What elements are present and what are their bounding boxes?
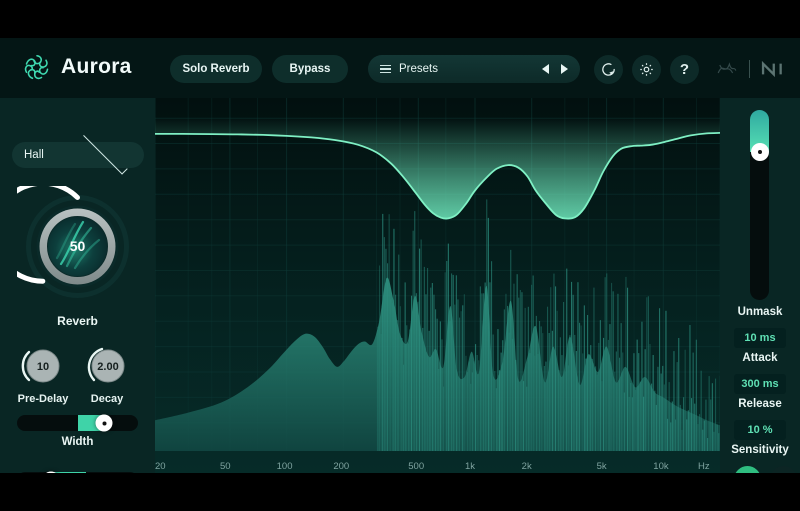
reverb-type-value: Hall	[24, 149, 44, 161]
preset-browser[interactable]: Presets	[368, 55, 580, 83]
undo-button[interactable]	[594, 55, 623, 84]
freq-tick-5k: 5k	[596, 461, 607, 472]
decay-knob[interactable]: 2.00	[85, 343, 131, 389]
tone-slider[interactable]	[17, 472, 138, 473]
pre-delay-knob-graphic: 10	[21, 349, 60, 383]
freq-tick-500: 500	[408, 461, 425, 472]
width-slider[interactable]	[17, 415, 138, 431]
freq-tick-20: 20	[155, 461, 166, 472]
decay-value: 2.00	[97, 361, 118, 373]
unmask-slider[interactable]	[750, 110, 769, 300]
next-preset-icon[interactable]	[561, 64, 568, 74]
width-slider-handle[interactable]	[95, 414, 113, 432]
bypass-button[interactable]: Bypass	[272, 55, 348, 83]
sensitivity-label: Sensitivity	[731, 444, 789, 456]
right-panel: Unmask 10 ms Attack 300 ms Release 10 % …	[720, 98, 800, 473]
freq-axis-unit: Hz	[698, 461, 710, 472]
squiggle-logo-icon	[717, 62, 737, 74]
preset-label: Presets	[399, 63, 438, 75]
power-on-icon	[740, 472, 755, 473]
app-logo: Aurora	[22, 52, 132, 82]
reverb-knob-label: Reverb	[57, 314, 98, 328]
decay-knob-graphic: 2.00	[87, 347, 125, 383]
release-label: Release	[738, 398, 782, 410]
freq-tick-10k: 10k	[653, 461, 669, 472]
list-icon	[380, 64, 391, 74]
frequency-axis: 20 50 100 200 500 1k 2k 5k 10k Hz	[155, 461, 720, 473]
unmask-label: Unmask	[737, 306, 783, 318]
previous-preset-icon[interactable]	[542, 64, 549, 74]
eq-curve-graphic	[155, 98, 720, 473]
ear-listen-icon	[776, 472, 791, 474]
aurora-swirl-icon	[24, 54, 49, 80]
unmask-slider-handle[interactable]	[750, 142, 769, 161]
freq-tick-2k: 2k	[521, 461, 532, 472]
freq-tick-200: 200	[333, 461, 350, 472]
freq-tick-100: 100	[276, 461, 293, 472]
reverb-knob-graphic: 50	[0, 180, 129, 298]
reverb-knob[interactable]: 50	[0, 180, 138, 307]
brand-area	[715, 59, 786, 79]
brand-divider	[749, 60, 750, 78]
ni-logo-icon	[761, 60, 782, 78]
power-button[interactable]	[734, 466, 761, 473]
decay-label: Decay	[90, 393, 124, 405]
eq-spectrum-plot[interactable]: 20 50 100 200 500 1k 2k 5k 10k Hz	[155, 98, 720, 473]
left-sidebar: Hall 50 Reverb 10 Pre-Delay 2.00 Decay W…	[0, 98, 155, 473]
app-title: Aurora	[61, 55, 132, 78]
attack-label: Attack	[742, 352, 778, 364]
pre-delay-value: 10	[37, 361, 49, 373]
freq-tick-1k: 1k	[464, 461, 476, 472]
chevron-down-icon	[82, 130, 127, 175]
reverb-type-select[interactable]: Hall	[12, 130, 144, 175]
gear-icon	[640, 63, 653, 76]
freq-tick-50: 50	[219, 461, 231, 472]
plugin-window: Aurora Solo Reverb Bypass Presets ? Hall…	[0, 0, 800, 511]
solo-reverb-button[interactable]: Solo Reverb	[170, 55, 262, 83]
settings-button[interactable]	[632, 55, 661, 84]
help-label: ?	[679, 61, 690, 78]
undo-circular-arrow-icon	[602, 63, 615, 76]
help-button[interactable]: ?	[670, 55, 699, 84]
reverb-value: 50	[70, 238, 86, 254]
release-value-field[interactable]: 300 ms	[734, 374, 786, 394]
plugin-frame: Aurora Solo Reverb Bypass Presets ? Hall…	[0, 38, 800, 473]
listen-button[interactable]	[770, 466, 797, 473]
sensitivity-value-field[interactable]: 10 %	[734, 420, 786, 440]
width-label: Width	[61, 436, 94, 448]
pre-delay-knob[interactable]: 10	[20, 343, 66, 389]
header-bar: Aurora Solo Reverb Bypass Presets ?	[0, 38, 800, 98]
attack-value-field[interactable]: 10 ms	[734, 328, 786, 348]
